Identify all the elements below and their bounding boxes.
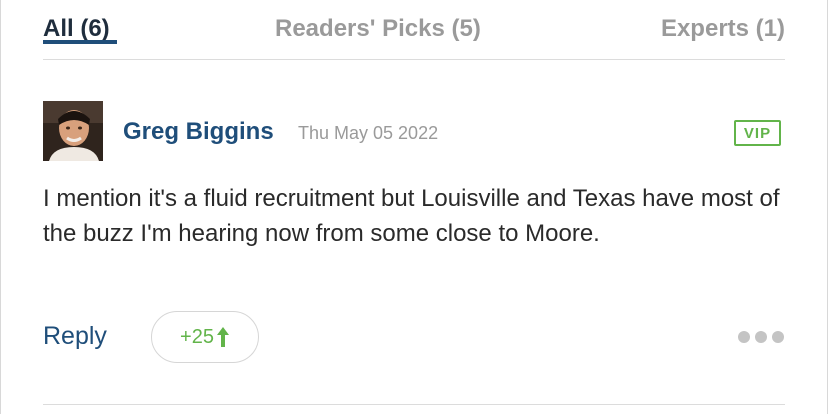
comment-date: Thu May 05 2022 bbox=[298, 123, 439, 143]
tab-readers-picks-label: Readers' Picks (5) bbox=[275, 15, 481, 42]
divider bbox=[43, 404, 785, 405]
reply-button[interactable]: Reply bbox=[43, 322, 107, 351]
tab-all-label: All (6) bbox=[43, 15, 110, 42]
active-tab-indicator bbox=[43, 40, 117, 44]
tab-readers-picks[interactable]: Readers' Picks (5) bbox=[275, 15, 481, 43]
author-name-link[interactable]: Greg Biggins bbox=[123, 118, 274, 146]
upvote-button[interactable]: +25 bbox=[151, 311, 259, 363]
more-options-button[interactable] bbox=[738, 331, 788, 345]
vote-count: +25 bbox=[180, 325, 214, 348]
vip-badge: VIP bbox=[734, 120, 781, 146]
comments-panel: All (6) Readers' Picks (5) Experts (1) G… bbox=[0, 0, 828, 414]
tab-experts[interactable]: Experts (1) bbox=[661, 15, 785, 43]
user-photo-icon bbox=[43, 101, 103, 161]
comment-body: I mention it's a fluid recruitment but L… bbox=[43, 185, 780, 247]
comment-filter-tabs: All (6) Readers' Picks (5) Experts (1) bbox=[43, 0, 785, 60]
arrow-up-icon bbox=[216, 327, 229, 347]
avatar[interactable] bbox=[43, 101, 103, 161]
tab-experts-label: Experts (1) bbox=[660, 15, 785, 42]
more-dot bbox=[755, 331, 767, 343]
more-dot bbox=[772, 331, 784, 343]
tab-all[interactable]: All (6) bbox=[43, 15, 117, 44]
more-dot bbox=[738, 331, 750, 343]
